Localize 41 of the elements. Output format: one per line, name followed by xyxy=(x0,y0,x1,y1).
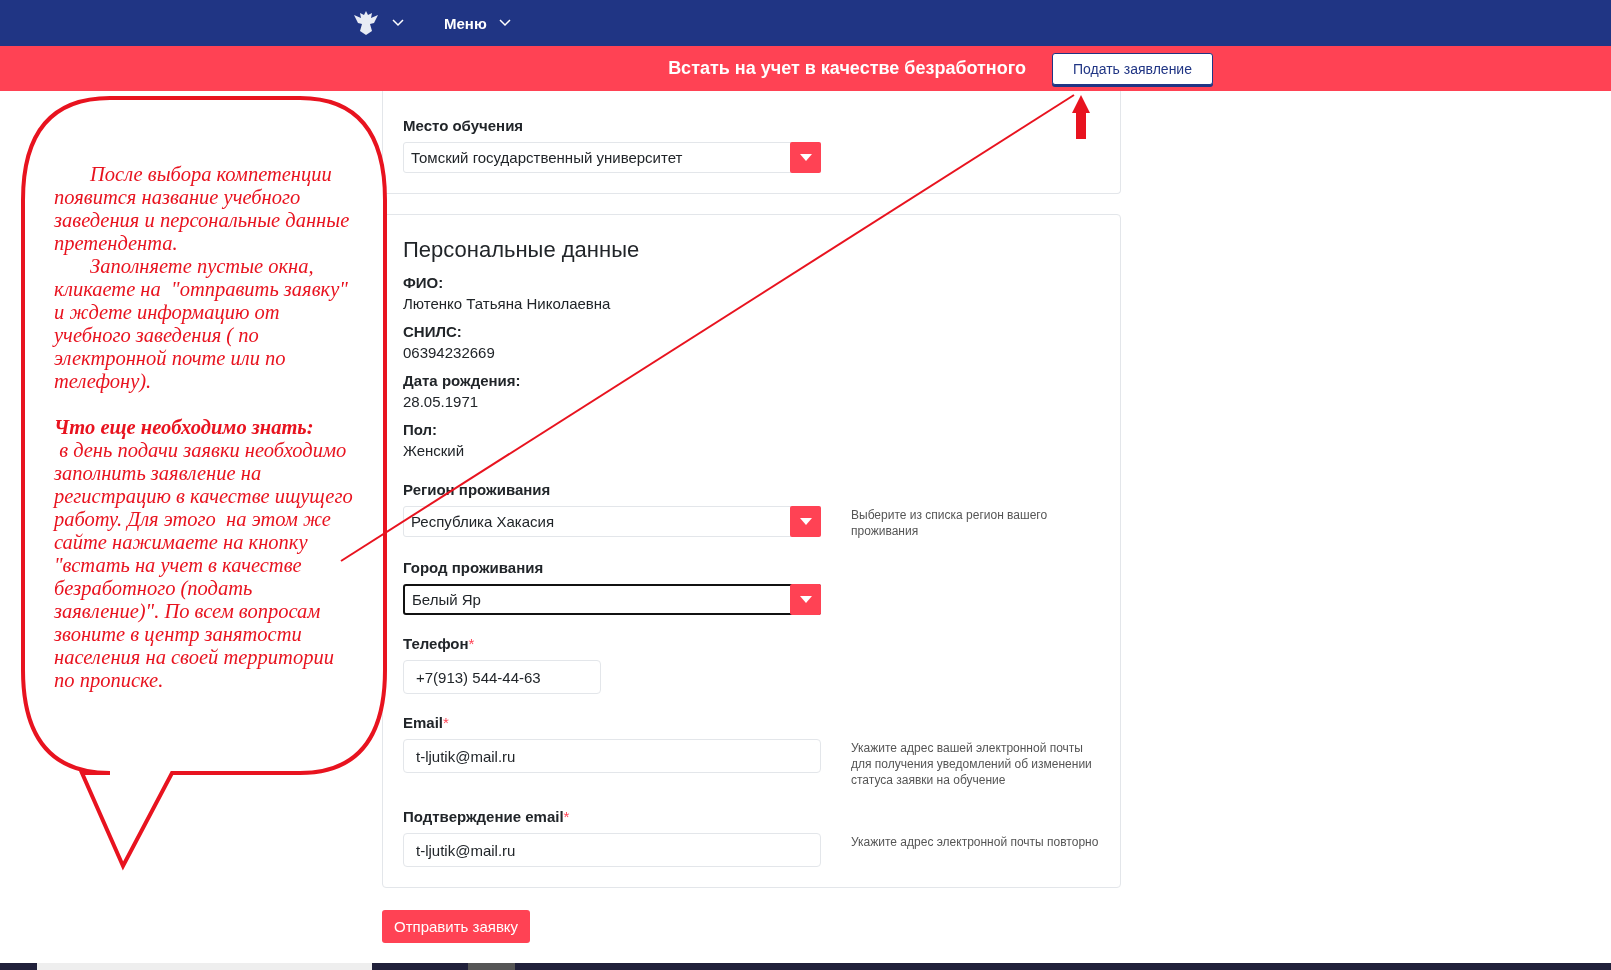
select-field[interactable]: Томский государственный университет xyxy=(403,142,821,173)
chevron-icon[interactable] xyxy=(392,19,404,27)
hint-text: Укажите адрес электронной почты повторно xyxy=(851,834,1100,851)
info-label: ФИО: xyxy=(403,273,445,293)
info-value: 28.05.1971 xyxy=(403,392,480,412)
caret-icon xyxy=(799,596,812,603)
section-heading: Персональные данные xyxy=(403,237,641,263)
dropdown-button[interactable] xyxy=(790,584,821,615)
select-field[interactable]: Республика Хакасия xyxy=(403,506,821,537)
dropdown-button[interactable] xyxy=(790,142,821,173)
caret-icon xyxy=(799,518,812,525)
annotation-text: Заполняете пустые окна, кликаете на "отправить заявку" и ждете информацию от учебного заведения ( по электронной почте или по телефону). xyxy=(54,255,349,393)
dropdown-button[interactable] xyxy=(790,506,821,537)
info-value: 06394232669 xyxy=(403,343,496,363)
info-label: Пол: xyxy=(403,420,439,440)
annotation-text: Что еще необходимо знать: xyxy=(54,416,315,439)
hint-text: Выберите из списка регион вашего проживания xyxy=(851,507,1049,539)
caret-icon xyxy=(799,154,812,161)
field-label: Телефон* xyxy=(403,635,476,652)
emblem-icon[interactable] xyxy=(352,9,380,37)
chevron-icon xyxy=(498,19,511,27)
up-arrow xyxy=(1072,95,1090,139)
field-label: Подтверждение email* xyxy=(403,808,571,825)
field-label: Город проживания xyxy=(403,559,545,576)
info-label: Дата рождения: xyxy=(403,371,522,391)
info-label: СНИЛС: xyxy=(403,322,463,342)
select-field[interactable]: Белый Яр xyxy=(403,584,821,615)
menu-button[interactable]: Меню xyxy=(444,10,511,36)
info-value: Женский xyxy=(403,441,466,461)
banner-title: Встать на учет в качестве безработного xyxy=(668,58,1026,79)
annotation-text: После выбора компетенции появится название учебного заведения и персональные данные претендента. xyxy=(54,163,351,255)
hint-text: Укажите адрес вашей электронной почты для получения уведомлений об изменении статуса заявки на обучение xyxy=(851,740,1093,788)
input-field[interactable]: +7(913) 544-44-63 xyxy=(403,660,601,694)
apply-button[interactable]: Подать заявление xyxy=(1052,52,1213,85)
input-field[interactable]: t-ljutik@mail.ru xyxy=(403,833,821,867)
input-field[interactable]: t-ljutik@mail.ru xyxy=(403,739,821,773)
field-label: Регион проживания xyxy=(403,481,552,498)
field-label: Email* xyxy=(403,714,450,731)
info-value: Лютенко Татьяна Николаевна xyxy=(403,294,612,314)
field-label: Место обучения xyxy=(403,117,525,134)
annotation-text: в день подачи заявки необходимо заполнить заявление на регистрацию в качестве ищущего работу. Для этого на этом же сайте нажимаете на кнопку "встать на учет в качестве безработного (подать заявление)". По всем вопросам звоните в центр занятости населения на своей территории по прописке. xyxy=(54,439,354,692)
